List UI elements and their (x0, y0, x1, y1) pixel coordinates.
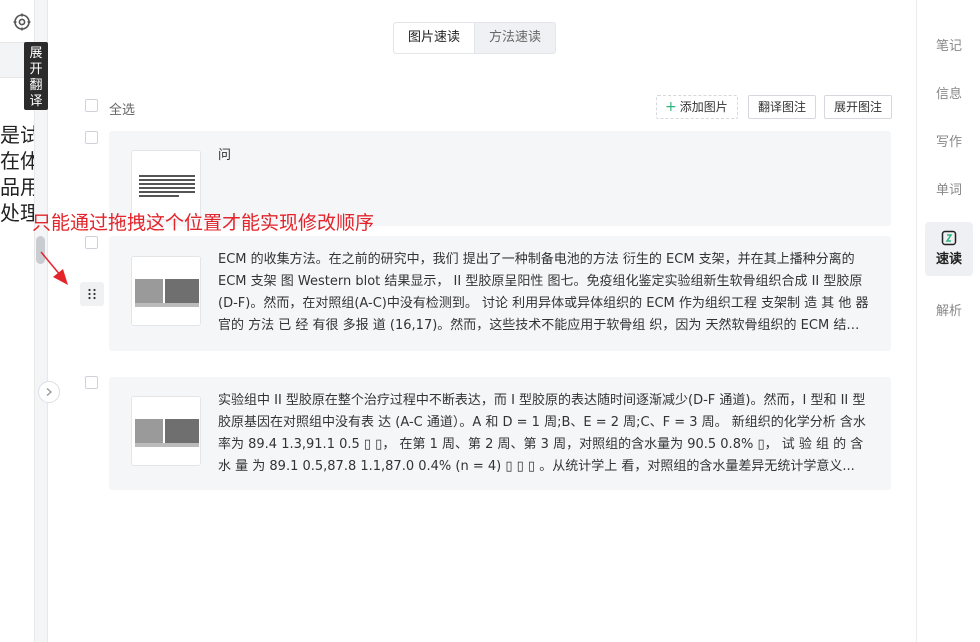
card-checkbox[interactable] (85, 131, 98, 144)
main-panel: 图片速读 方法速读 全选 + 添加图片 翻译图注 展开图注 问 ECM 的收集方… (32, 0, 916, 642)
translate-tab-char: 译 (29, 94, 43, 109)
add-image-label: 添加图片 (679, 100, 728, 114)
nav-words[interactable]: 单词 (917, 179, 980, 198)
app-root: 是试验 在体内 品用 处理 展 开 翻 译 图片速读 方法速读 全选 +添加图片… (0, 0, 980, 642)
nav-speed-read-label: 速读 (935, 252, 962, 267)
gear-icon[interactable] (12, 12, 32, 32)
translate-tab-char: 翻 (29, 78, 43, 93)
expand-caption-button[interactable]: 展开图注 (824, 95, 893, 119)
read-mode-tabs: 图片速读 方法速读 (393, 22, 557, 54)
figure-thumbnail[interactable] (131, 256, 201, 326)
nav-info[interactable]: 信息 (917, 83, 980, 102)
peek-line: 在体内 (0, 149, 34, 173)
nav-notes[interactable]: 笔记 (917, 35, 980, 54)
right-nav: 笔记 信息 写作 单词 速读 解析 (916, 0, 980, 642)
translate-caption-button[interactable]: 翻译图注 (748, 95, 817, 119)
card-checkbox[interactable] (85, 376, 98, 389)
nav-speed-read[interactable]: 速读 (925, 222, 973, 276)
select-all-checkbox[interactable] (85, 99, 98, 112)
plus-icon: + (665, 99, 677, 115)
select-all-label: 全选 (109, 103, 136, 118)
peek-line: 品用 (0, 175, 34, 199)
drag-handle-icon (88, 288, 96, 300)
expand-translation-tab[interactable]: 展 开 翻 译 (24, 42, 48, 110)
drag-handle[interactable] (80, 282, 104, 306)
nav-analysis[interactable]: 解析 (917, 300, 980, 319)
figure-thumbnail[interactable] (131, 396, 201, 466)
left-document-peek: 是试验 在体内 品用 处理 (0, 122, 34, 226)
card-checkbox[interactable] (85, 236, 98, 249)
peek-line: 是试验 (0, 123, 34, 147)
figure-image (132, 397, 200, 465)
card-caption: 实验组中 II 型胶原在整个治疗过程中不断表达，而 I 型胶原的表达随时间逐渐减… (218, 393, 866, 474)
translate-tab-char: 开 (29, 62, 43, 77)
image-card[interactable]: ECM 的收集方法。在之前的研究中，我们 提出了一种制备电池的方法 衍生的 EC… (109, 236, 891, 351)
figure-image (132, 257, 200, 325)
tab-image-read[interactable]: 图片速读 (394, 23, 476, 53)
speed-read-icon (941, 230, 957, 246)
add-image-button[interactable]: + 添加图片 (656, 95, 738, 119)
nav-writing[interactable]: 写作 (917, 131, 980, 150)
image-card[interactable]: 实验组中 II 型胶原在整个治疗过程中不断表达，而 I 型胶原的表达随时间逐渐减… (109, 377, 891, 490)
card-caption: ECM 的收集方法。在之前的研究中，我们 提出了一种制备电池的方法 衍生的 EC… (218, 252, 869, 333)
translate-tab-char: 展 (29, 46, 43, 61)
annotation-text: 只能通过拖拽这个位置才能实现修改顺序 (32, 212, 375, 234)
card-caption: 问 (218, 148, 232, 163)
tab-method-read[interactable]: 方法速读 (475, 23, 555, 53)
peek-line: 处理 (0, 201, 34, 225)
annotation-arrow-icon (40, 251, 68, 285)
